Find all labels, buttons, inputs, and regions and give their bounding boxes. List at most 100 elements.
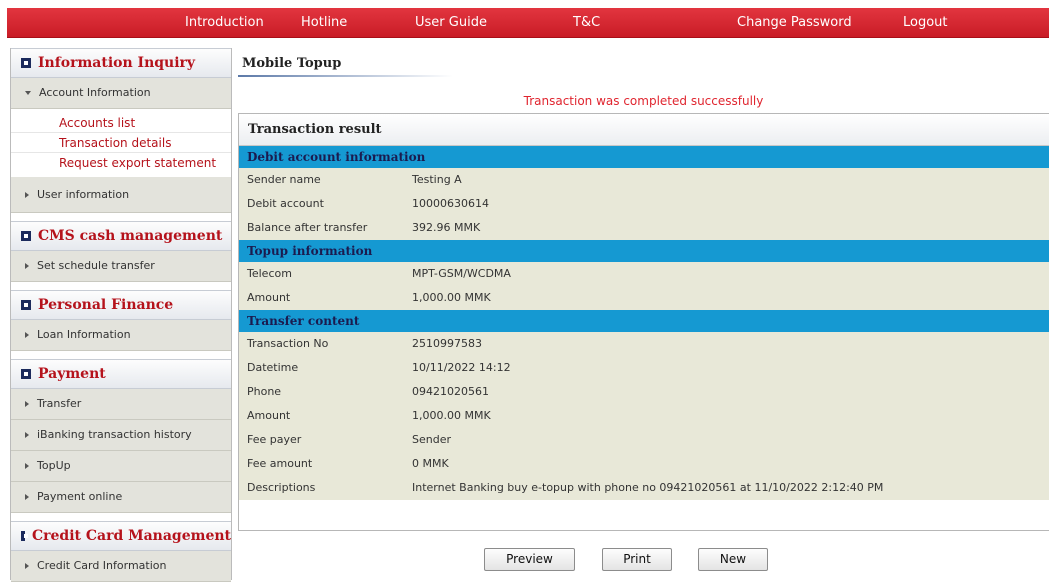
section-information-inquiry[interactable]: Information Inquiry: [11, 48, 231, 78]
sidebar-item-label: TopUp: [37, 459, 71, 472]
row-label: Descriptions: [247, 481, 316, 494]
sidebar-item-loan-information[interactable]: Loan Information: [11, 320, 231, 351]
link-accounts-list[interactable]: Accounts list: [11, 113, 231, 133]
sidebar-item-credit-card-information[interactable]: Credit Card Information: [11, 551, 231, 582]
section-title: Payment: [38, 366, 106, 382]
nav-tc[interactable]: T&C: [573, 8, 600, 38]
section-band-transfer: Transfer content: [239, 310, 1049, 332]
divider: [11, 282, 231, 290]
title-underline: [238, 75, 453, 77]
row-value: 09421020561: [412, 385, 489, 398]
page-title: Mobile Topup: [242, 56, 342, 71]
table-row: Descriptions Internet Banking buy e-topu…: [239, 476, 1049, 500]
nav-user-guide[interactable]: User Guide: [415, 8, 487, 38]
row-value: 10000630614: [412, 197, 489, 210]
table-row: Sender name Testing A: [239, 168, 1049, 192]
sidebar-item-label: Loan Information: [37, 328, 131, 341]
nav-introduction[interactable]: Introduction: [185, 8, 264, 38]
divider: [11, 213, 231, 221]
section-band-topup: Topup information: [239, 240, 1049, 262]
table-row: Debit account 10000630614: [239, 192, 1049, 216]
section-title: Personal Finance: [38, 297, 174, 313]
row-label: Transaction No: [247, 337, 329, 350]
action-buttons: Preview Print New: [238, 548, 1049, 578]
caret-right-icon: [25, 494, 29, 500]
sidebar-item-account-information[interactable]: Account Information: [11, 78, 231, 109]
row-value: 1,000.00 MMK: [412, 409, 491, 422]
top-nav-bar: Introduction Hotline User Guide T&C Chan…: [7, 8, 1049, 38]
caret-right-icon: [25, 563, 29, 569]
row-value: 2510997583: [412, 337, 482, 350]
table-row: Fee amount 0 MMK: [239, 452, 1049, 476]
divider: [11, 513, 231, 521]
sidebar-item-topup[interactable]: TopUp: [11, 451, 231, 482]
table-row: Phone 09421020561: [239, 380, 1049, 404]
section-payment[interactable]: Payment: [11, 359, 231, 389]
row-value: 10/11/2022 14:12: [412, 361, 511, 374]
caret-right-icon: [25, 401, 29, 407]
section-personal-finance[interactable]: Personal Finance: [11, 290, 231, 320]
table-row: Telecom MPT-GSM/WCDMA: [239, 262, 1049, 286]
sidebar-item-payment-online[interactable]: Payment online: [11, 482, 231, 513]
caret-right-icon: [25, 332, 29, 338]
link-transaction-details[interactable]: Transaction details: [11, 133, 231, 153]
caret-right-icon: [25, 191, 29, 198]
sidebar-item-label: Payment online: [37, 490, 123, 503]
row-value: 0 MMK: [412, 457, 449, 470]
result-title: Transaction result: [239, 114, 1049, 146]
row-label: Amount: [247, 291, 291, 304]
row-label: Fee amount: [247, 457, 313, 470]
row-label: Balance after transfer: [247, 221, 368, 234]
sidebar: Information Inquiry Account Information …: [10, 48, 232, 582]
sidebar-item-transfer[interactable]: Transfer: [11, 389, 231, 420]
square-bullet-icon: [21, 531, 28, 541]
row-label: Datetime: [247, 361, 299, 374]
sidebar-item-set-schedule-transfer[interactable]: Set schedule transfer: [11, 251, 231, 282]
sidebar-item-ibanking-transaction-history[interactable]: iBanking transaction history: [11, 420, 231, 451]
row-label: Phone: [247, 385, 282, 398]
section-band-debit: Debit account information: [239, 146, 1049, 168]
square-bullet-icon: [21, 369, 31, 379]
nav-change-password[interactable]: Change Password: [737, 8, 852, 38]
section-title: Credit Card Management: [31, 528, 231, 544]
nav-logout[interactable]: Logout: [903, 8, 948, 38]
sidebar-item-user-information[interactable]: User information: [11, 177, 231, 213]
sidebar-item-label: Transfer: [37, 397, 82, 410]
sidebar-item-label: Account Information: [39, 86, 151, 99]
caret-right-icon: [25, 463, 29, 469]
row-value: 392.96 MMK: [412, 221, 481, 234]
square-bullet-icon: [21, 300, 31, 310]
row-value: Internet Banking buy e-topup with phone …: [412, 481, 884, 494]
sidebar-item-label: User information: [37, 187, 130, 201]
section-cms-cash-management[interactable]: CMS cash management: [11, 221, 231, 251]
table-row: Datetime 10/11/2022 14:12: [239, 356, 1049, 380]
sidebar-item-label: Set schedule transfer: [37, 259, 155, 272]
row-label: Amount: [247, 409, 291, 422]
nav-hotline[interactable]: Hotline: [301, 8, 347, 38]
row-label: Debit account: [247, 197, 324, 210]
table-row: Amount 1,000.00 MMK: [239, 404, 1049, 428]
section-credit-card-management[interactable]: Credit Card Management: [11, 521, 231, 551]
section-title: CMS cash management: [38, 228, 223, 244]
square-bullet-icon: [21, 58, 31, 68]
section-title: Information Inquiry: [38, 55, 196, 71]
table-row: Fee payer Sender: [239, 428, 1049, 452]
caret-right-icon: [25, 432, 29, 438]
row-value: Testing A: [412, 173, 462, 186]
table-row: Transaction No 2510997583: [239, 332, 1049, 356]
table-row: Balance after transfer 392.96 MMK: [239, 216, 1049, 240]
print-button[interactable]: Print: [602, 548, 672, 571]
preview-button[interactable]: Preview: [484, 548, 575, 571]
link-request-export-statement[interactable]: Request export statement: [11, 153, 231, 173]
row-label: Sender name: [247, 173, 321, 186]
row-value: MPT-GSM/WCDMA: [412, 267, 511, 280]
row-label: Fee payer: [247, 433, 302, 446]
row-value: 1,000.00 MMK: [412, 291, 491, 304]
table-row: Amount 1,000.00 MMK: [239, 286, 1049, 310]
new-button[interactable]: New: [698, 548, 768, 571]
square-bullet-icon: [21, 231, 31, 241]
account-information-links: Accounts list Transaction details Reques…: [11, 109, 231, 177]
caret-down-icon: [25, 91, 31, 95]
row-label: Telecom: [247, 267, 292, 280]
sidebar-item-label: Credit Card Information: [37, 559, 167, 572]
